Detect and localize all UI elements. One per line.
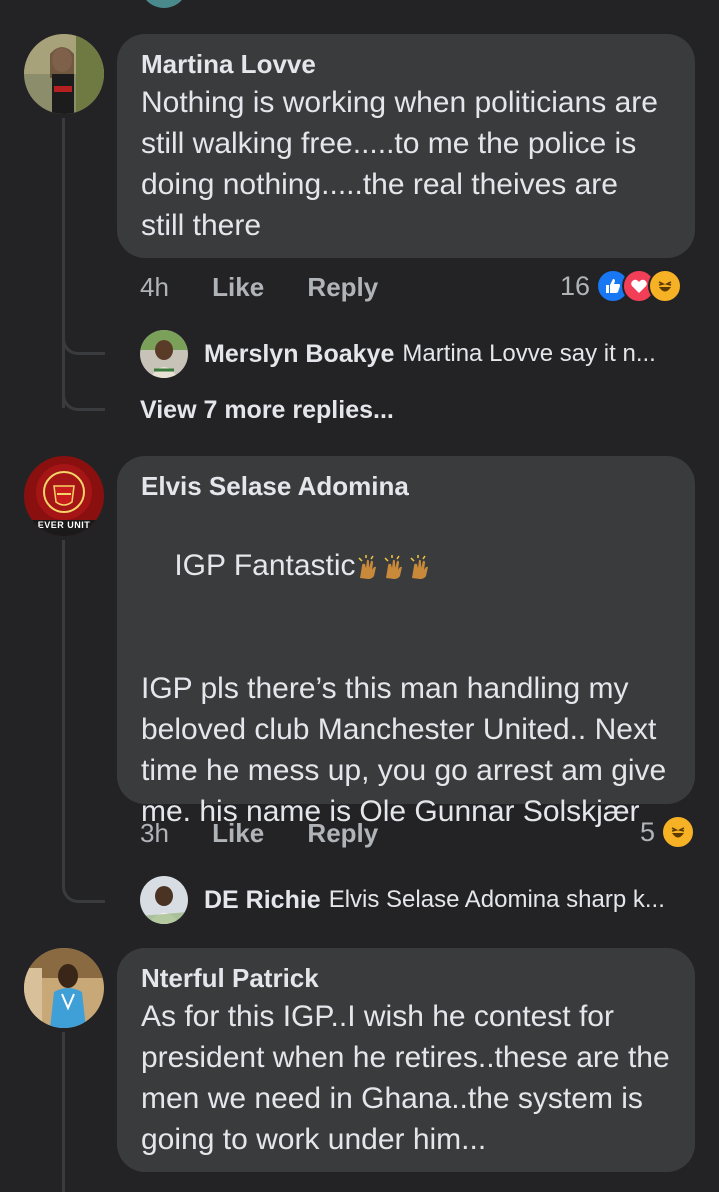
comment-text: IGP pls there’s this man handling my bel… bbox=[141, 672, 675, 828]
like-button[interactable]: Like bbox=[212, 818, 264, 848]
comment-meta: 4h Like Reply bbox=[140, 272, 378, 303]
avatar[interactable] bbox=[24, 34, 104, 114]
thread-elbow bbox=[62, 846, 105, 903]
reply-text: Martina Lovve say it n... bbox=[402, 340, 656, 367]
reply-author[interactable]: DE Richie bbox=[204, 886, 321, 915]
thread-line bbox=[62, 540, 65, 850]
comment-author[interactable]: Nterful Patrick bbox=[141, 962, 671, 994]
thread-elbow bbox=[62, 352, 105, 411]
comment-author[interactable]: Elvis Selase Adomina bbox=[141, 470, 671, 502]
thread-elbow bbox=[62, 300, 105, 355]
avatar[interactable] bbox=[24, 948, 104, 1028]
comment-bubble: Elvis Selase Adomina IGP Fantastic IGP p… bbox=[117, 456, 695, 828]
reply-preview[interactable]: Merslyn Boakye Martina Lovve say it n... bbox=[140, 330, 656, 378]
reaction-count: 5 bbox=[640, 816, 656, 847]
reply-preview[interactable]: DE Richie Elvis Selase Adomina sharp k..… bbox=[140, 876, 665, 924]
like-button[interactable]: Like bbox=[212, 272, 264, 302]
reply-author[interactable]: Merslyn Boakye bbox=[204, 340, 394, 369]
previous-avatar-fragment bbox=[140, 0, 188, 8]
reply-button[interactable]: Reply bbox=[307, 272, 378, 302]
comment-text-line1: IGP Fantastic bbox=[141, 504, 671, 627]
comment-text: IGP Fantastic bbox=[174, 549, 356, 582]
haha-icon bbox=[648, 269, 683, 303]
comment-text: As for this IGP..I wish he contest for p… bbox=[141, 1000, 678, 1156]
comment-time: 3h bbox=[140, 818, 169, 848]
comment-time: 4h bbox=[140, 272, 169, 302]
reaction-summary[interactable]: 16 bbox=[560, 269, 683, 303]
comment-text: Nothing is working when politicians are … bbox=[141, 86, 667, 242]
comment-bubble: Nterful Patrick As for this IGP..I wish … bbox=[117, 948, 695, 1172]
comment-author[interactable]: Martina Lovve bbox=[141, 48, 671, 80]
view-more-replies-link[interactable]: View 7 more replies... bbox=[140, 396, 394, 425]
reply-text: Elvis Selase Adomina sharp k... bbox=[328, 886, 665, 913]
avatar-caption: EVER UNIT bbox=[37, 520, 91, 530]
comment-meta: 3h Like Reply bbox=[140, 818, 378, 849]
raising-hands-icon bbox=[356, 549, 382, 582]
thread-line bbox=[62, 1032, 65, 1192]
avatar[interactable]: EVER UNIT bbox=[24, 456, 104, 536]
reply-avatar bbox=[140, 876, 188, 924]
reaction-count: 16 bbox=[560, 270, 591, 301]
reply-button[interactable]: Reply bbox=[307, 818, 378, 848]
haha-icon bbox=[661, 815, 696, 849]
comment-bubble: Martina Lovve Nothing is working when po… bbox=[117, 34, 695, 258]
raising-hands-icon bbox=[408, 549, 434, 582]
reply-avatar bbox=[140, 330, 188, 378]
raising-hands-icon bbox=[382, 549, 408, 582]
reaction-summary[interactable]: 5 bbox=[640, 815, 696, 849]
